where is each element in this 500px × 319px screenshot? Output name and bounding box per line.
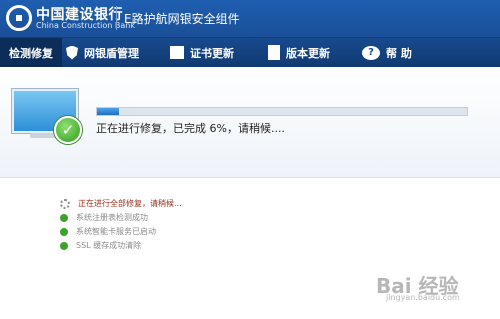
log-item: SSL 缓存成功清除: [60, 239, 182, 252]
log-item: 系统注册表检测成功: [60, 211, 182, 224]
app-header: 中国建设银行 China Construction Bank E路护航网银安全组…: [0, 0, 500, 38]
log-text: SSL 缓存成功清除: [76, 241, 142, 250]
tab-label: 检测修复: [9, 46, 53, 60]
log-item: 正在进行全部修复，请稍候...: [60, 197, 182, 210]
document-icon: [268, 45, 280, 60]
header-divider: [116, 6, 117, 30]
progress-status-text: 正在进行修复，已完成 6%，请稍候....: [96, 122, 285, 135]
log-text: 系统智能卡服务已启动: [76, 227, 156, 236]
repair-progress-panel: ✓ 正在进行修复，已完成 6%，请稍候....: [0, 67, 500, 178]
bank-name-en: China Construction Bank: [36, 21, 135, 30]
tab-label: 版本更新: [286, 46, 330, 60]
success-check-icon: [60, 213, 68, 222]
repair-log: 正在进行全部修复，请稍候... 系统注册表检测成功 系统智能卡服务已启动 SSL…: [60, 197, 182, 253]
ccb-logo-icon: [6, 5, 32, 31]
shield-icon: [66, 45, 78, 60]
log-text: 正在进行全部修复，请稍候...: [78, 199, 182, 208]
progress-bar-fill: [97, 108, 120, 115]
log-text: 系统注册表检测成功: [76, 213, 148, 222]
tab-version-update[interactable]: 版本更新: [268, 38, 330, 67]
checkmark-icon: ✓: [54, 116, 82, 144]
loading-spinner-icon: [60, 198, 70, 209]
tab-label: 网银盾管理: [84, 46, 139, 60]
main-nav: 检测修复 网银盾管理 证书更新 版本更新 ? 帮 助: [0, 38, 500, 67]
app-title: E路护航网银安全组件: [124, 12, 240, 26]
watermark-url: jingyan.baidu.com: [386, 293, 460, 302]
tab-detect-repair[interactable]: 检测修复: [0, 38, 62, 67]
tab-label: 证书更新: [190, 46, 234, 60]
certificate-icon: [170, 46, 184, 59]
progress-bar: [96, 107, 468, 116]
help-icon: ?: [362, 45, 380, 60]
tab-shield-management[interactable]: 网银盾管理: [66, 38, 139, 67]
tab-label: 帮 助: [386, 46, 412, 60]
success-check-icon: [60, 227, 68, 236]
tab-help[interactable]: ? 帮 助: [362, 38, 412, 67]
tab-certificate-update[interactable]: 证书更新: [170, 38, 234, 67]
log-item: 系统智能卡服务已启动: [60, 225, 182, 238]
success-check-icon: [60, 241, 68, 250]
